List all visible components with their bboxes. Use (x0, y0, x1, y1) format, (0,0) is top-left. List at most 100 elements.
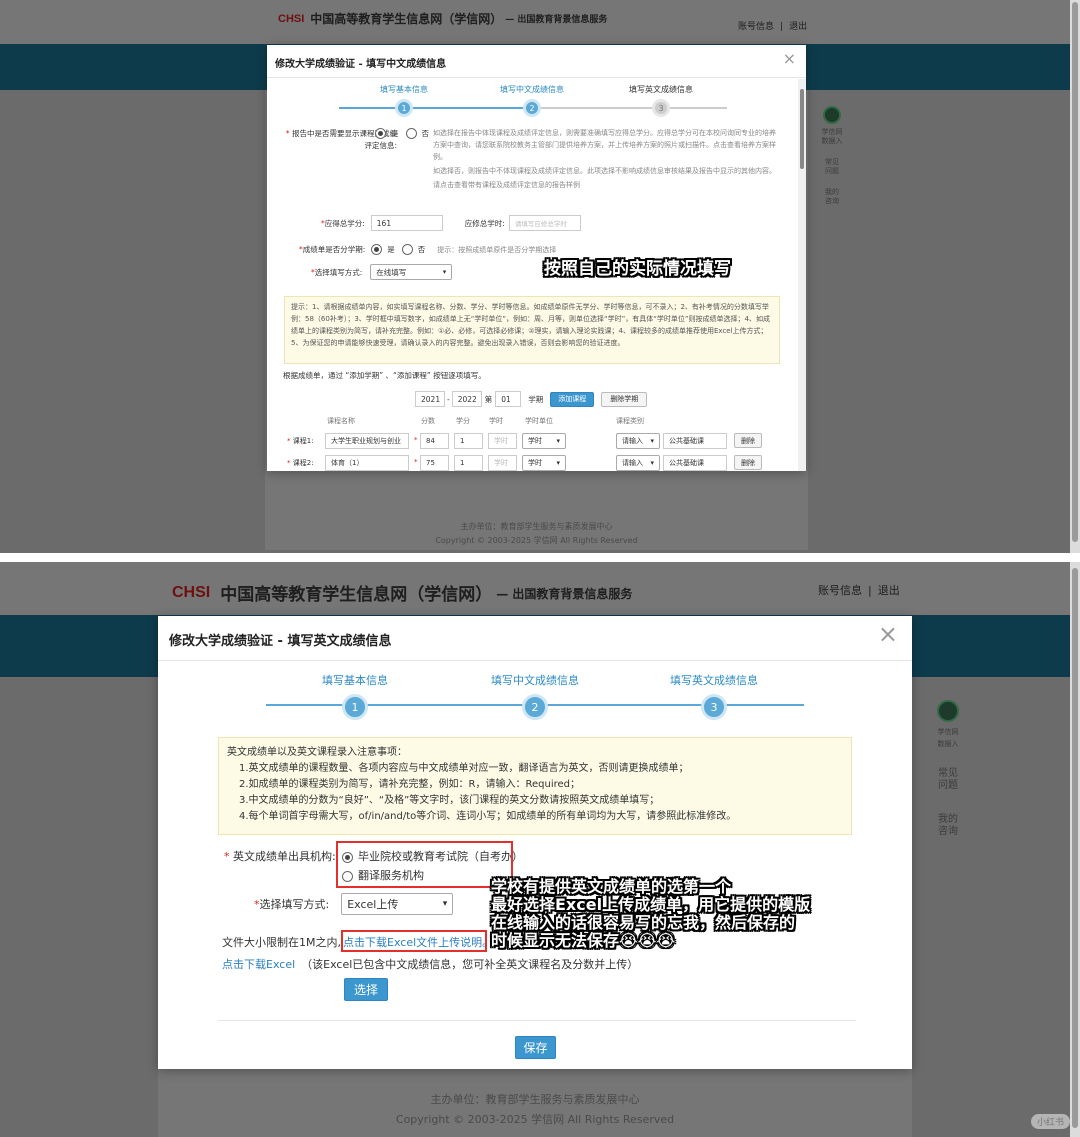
course-row-1: * 课程1: 大学生职业规划与创业 * 84 1 学时 学时 ▾ 请输入 ▾ 公共基… (267, 433, 806, 451)
site-logo[interactable]: CHSI 中国高等教育学生信息网（学信网） — 出国教育背景信息服务 (172, 566, 633, 606)
site-logo[interactable]: CHSI 中国高等教育学生信息网（学信网） — 出国教育背景信息服务 (278, 10, 607, 27)
course-score-input[interactable]: 75 (420, 455, 449, 471)
course-col-headers: 课程名称 分数 学分 学时 学时单位 课程类别 (327, 417, 644, 425)
modal-title: 修改大学成绩验证 - 填写英文成绩信息 (169, 634, 392, 649)
hours-input[interactable]: 请填写应修总学时 (508, 215, 581, 231)
method-select[interactable]: Excel上传 ▾ (341, 893, 454, 915)
site-title: 中国高等教育学生信息网（学信网） (310, 12, 503, 26)
side-item-data[interactable]: 学信网 数据入 (932, 700, 964, 750)
add-course-button[interactable]: 添加课程 (550, 391, 595, 407)
bottom-screenshot: CHSI 中国高等教育学生信息网（学信网） — 出国教育背景信息服务 账号信息 |… (0, 562, 1080, 1137)
course-unit-select[interactable]: 学时 ▾ (522, 433, 566, 449)
side-menu: 学信网 数据入 常见 问题 我的 咨询 (818, 106, 846, 218)
delete-course-button[interactable]: 删除 (734, 455, 762, 470)
side-item-faq[interactable]: 常见 问题 (818, 158, 846, 176)
chevron-down-icon: ▾ (650, 459, 654, 467)
year-from-input[interactable]: 2021 (415, 391, 445, 407)
delete-term-button[interactable]: 删除学期 (601, 391, 648, 407)
chevron-down-icon: ▾ (442, 268, 447, 276)
chinese-grades-modal: 修改大学成绩验证 - 填写中文成绩信息 × 填写基本信息 1 填写中文成绩信息 … (267, 45, 806, 471)
show-grades-radios: 是 否 (375, 128, 429, 139)
step-2-circle: 2 (523, 99, 541, 117)
close-icon[interactable]: × (878, 620, 898, 648)
site-subtitle: — 出国教育背景信息服务 (496, 587, 633, 601)
term-no-radio[interactable] (401, 244, 413, 255)
download-excel-link[interactable]: 点击下载Excel (222, 956, 295, 972)
chevron-down-icon: ▾ (556, 459, 560, 467)
term-no-input[interactable]: 01 (495, 391, 522, 407)
course-row-2: * 课程2: 体育（1） * 75 1 学时 学时 ▾ 请输入 ▾ 公共基础课 删除 (267, 455, 806, 471)
delete-course-button[interactable]: 删除 (734, 433, 762, 448)
site-footer: 主办单位：教育部学生服务与素质发展中心 Copyright © 2003-202… (395, 1093, 675, 1126)
course-credit-input[interactable]: 1 (454, 433, 483, 449)
step-1: 填写基本信息 1 (314, 672, 396, 720)
logout-link[interactable]: 退出 (878, 584, 900, 597)
side-item-consult[interactable]: 我的 咨询 (818, 188, 846, 206)
step-3-circle: 3 (701, 694, 727, 720)
annotation-tips: 学校有提供英文成绩单的选第一个 最好选择Excel上传成绩单，用它提供的模版 在… (491, 877, 811, 950)
show-grades-tip: 如选择在报告中体现课程及成绩评定信息，则需要准确填写应得总学分。应得总学分可在本… (433, 129, 776, 189)
top-page-scrollbar[interactable] (1070, 0, 1080, 553)
top-screenshot: CHSI 中国高等教育学生信息网（学信网） — 出国教育背景信息服务 账号信息 |… (0, 0, 1080, 553)
step-2-circle: 2 (522, 694, 548, 720)
chevron-down-icon: ▾ (556, 437, 560, 445)
term-yes-radio[interactable] (371, 244, 383, 255)
method-row: * 选择填写方式: 在线填写 ▾ (311, 264, 453, 280)
stepper: 填写基本信息 1 填写中文成绩信息 2 填写英文成绩信息 3 (158, 668, 912, 720)
account-link[interactable]: 账号信息 (818, 584, 862, 597)
account-nav: 账号信息 | 退出 (818, 584, 900, 597)
save-button[interactable]: 保存 (515, 1036, 556, 1059)
credit-input[interactable]: 161 (370, 215, 443, 231)
side-item-faq[interactable]: 常见 问题 (932, 768, 964, 792)
chsi-logo-mark: CHSI (172, 583, 211, 601)
year-to-input[interactable]: 2022 (451, 391, 482, 407)
course-name-input[interactable]: 体育（1） (325, 455, 409, 471)
step-3: 填写英文成绩信息 3 (623, 84, 699, 117)
account-nav: 账号信息 | 退出 (738, 22, 808, 32)
method-select[interactable]: 在线填写 ▾ (370, 264, 453, 280)
highlight-issuer (336, 841, 513, 888)
course-type-input[interactable]: 公共基础课 (663, 433, 727, 449)
modal-title: 修改大学成绩验证 - 填写中文成绩信息 (275, 59, 447, 70)
choose-file-button[interactable]: 选择 (344, 978, 388, 1001)
modal-scrollbar[interactable] (798, 79, 806, 471)
chevron-down-icon: ▾ (442, 899, 448, 909)
site-footer: 主办单位：教育部学生服务与素质发展中心 Copyright © 2003-202… (435, 522, 638, 545)
close-icon[interactable]: × (783, 49, 796, 68)
show-yes-radio[interactable] (375, 128, 386, 139)
chsi-logo-mark: CHSI (278, 12, 305, 25)
stepper: 填写基本信息 1 填写中文成绩信息 2 填写英文成绩信息 3 (267, 81, 806, 121)
watermark: 小红书 (1030, 1114, 1070, 1129)
site-subtitle: — 出国教育背景信息服务 (505, 15, 608, 25)
qr-icon (823, 106, 841, 124)
chevron-down-icon: ▾ (650, 437, 654, 445)
step-1-circle: 1 (395, 99, 413, 117)
issuer-label: * 英文成绩单出具机构: (224, 850, 336, 863)
method-row: * 选择填写方式: Excel上传 ▾ (254, 893, 454, 915)
course-hours-input[interactable]: 学时 (488, 455, 517, 471)
account-link[interactable]: 账号信息 (738, 22, 774, 32)
side-item-consult[interactable]: 我的 咨询 (932, 814, 964, 838)
course-type-select[interactable]: 请输入 ▾ (616, 455, 660, 471)
course-score-input[interactable]: 84 (420, 433, 449, 449)
course-type-input[interactable]: 公共基础课 (663, 455, 727, 471)
side-menu: 学信网 数据入 常见 问题 我的 咨询 (932, 700, 964, 850)
bottom-page-scrollbar[interactable] (1070, 562, 1080, 1137)
course-type-select[interactable]: 请输入 ▾ (616, 433, 660, 449)
course-credit-input[interactable]: 1 (454, 455, 483, 471)
screenshot-separator (0, 553, 1080, 562)
course-hours-input[interactable]: 学时 (488, 433, 517, 449)
logout-link[interactable]: 退出 (789, 22, 807, 32)
course-unit-select[interactable]: 学时 ▾ (522, 455, 566, 471)
annotation-fill-own: 按照自己的实际情况填写 (544, 259, 731, 279)
side-item-data[interactable]: 学信网 数据入 (818, 106, 846, 146)
highlight-upload-help (341, 930, 487, 952)
step-3: 填写英文成绩信息 3 (665, 672, 763, 720)
add-tip: 根据成绩单，通过 “添加学期” 、“添加课程” 按钮逐项填写。 (283, 371, 486, 380)
english-notice: 英文成绩单以及英文课程录入注意事项： 1.英文成绩单的课程数量、各项内容应与中文… (218, 737, 852, 835)
course-name-input[interactable]: 大学生职业规划与创业 (325, 433, 409, 449)
term-controls: 2021 - 2022 第 01 学期 添加课程 删除学期 (415, 391, 648, 407)
credit-row: * 应得总学分: 161 应修总学时: 请填写应修总学时 (321, 215, 581, 231)
show-no-radio[interactable] (405, 128, 417, 139)
step-2: 填写中文成绩信息 2 (494, 84, 570, 117)
